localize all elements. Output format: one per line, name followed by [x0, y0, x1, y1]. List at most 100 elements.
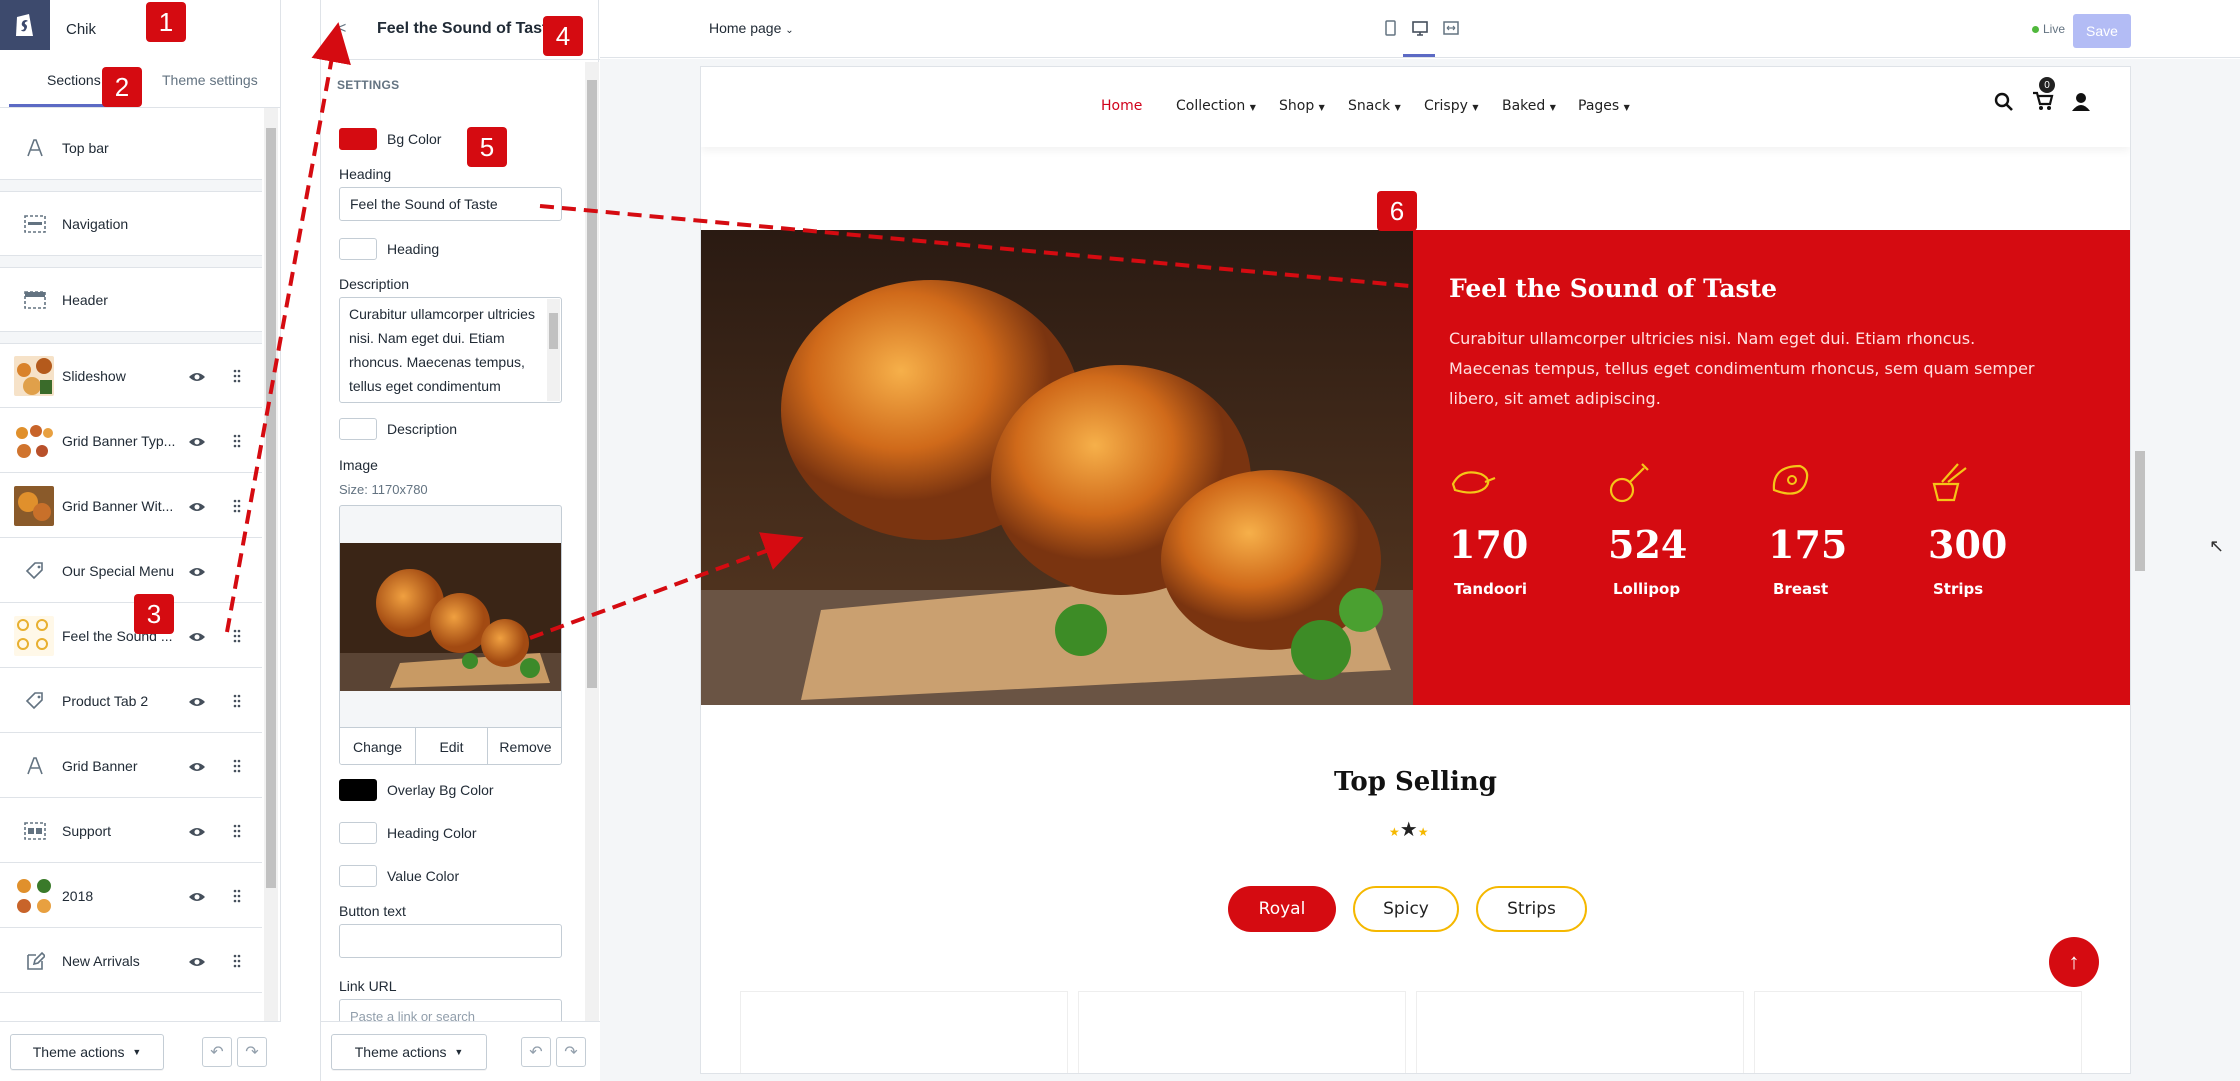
- nav-baked[interactable]: Baked ▼: [1502, 98, 1556, 114]
- nav-snack[interactable]: Snack ▼: [1348, 98, 1401, 114]
- sidebar-scrollbar-thumb[interactable]: [266, 128, 276, 888]
- eye-icon[interactable]: [188, 565, 206, 577]
- drag-handle-icon[interactable]: [233, 629, 241, 643]
- eye-icon[interactable]: [188, 695, 206, 707]
- section-item-support[interactable]: Support: [0, 799, 262, 863]
- desktop-view-icon[interactable]: [1411, 19, 1429, 37]
- heading-input[interactable]: Feel the Sound of Taste: [339, 187, 562, 221]
- drag-handle-icon[interactable]: [233, 824, 241, 838]
- bg-color-swatch[interactable]: [339, 128, 377, 150]
- panel-scrollbar-thumb[interactable]: [587, 80, 597, 688]
- theme-actions-button[interactable]: Theme actions ▼: [10, 1034, 164, 1070]
- value-color-swatch[interactable]: [339, 865, 377, 887]
- section-item[interactable]: Top bar: [0, 116, 262, 180]
- section-item[interactable]: Header: [0, 268, 262, 332]
- header-icon: [22, 287, 48, 313]
- user-account-icon[interactable]: [2071, 92, 2091, 117]
- section-label: Grid Banner Wit...: [62, 497, 174, 514]
- heading-color-2-swatch[interactable]: [339, 822, 377, 844]
- description-color-label: Description: [387, 421, 458, 437]
- heading-color-swatch[interactable]: [339, 238, 377, 260]
- change-image-button[interactable]: Change: [340, 727, 416, 764]
- nav-shop[interactable]: Shop ▼: [1279, 98, 1325, 114]
- section-label: Our Special Menu: [62, 562, 175, 579]
- drag-handle-icon[interactable]: [233, 759, 241, 773]
- callout-badge-3: 3: [134, 594, 174, 634]
- section-item-product-tab-2[interactable]: Product Tab 2: [0, 669, 262, 733]
- redo-button[interactable]: ↷: [556, 1037, 586, 1067]
- scroll-to-top-button[interactable]: ↑: [2049, 937, 2099, 987]
- page-selector[interactable]: Home page ⌄: [709, 20, 794, 36]
- redo-button[interactable]: ↷: [237, 1037, 267, 1067]
- eye-icon[interactable]: [188, 630, 206, 642]
- tab-strips[interactable]: Strips: [1476, 886, 1587, 932]
- callout-badge-4: 4: [543, 16, 583, 56]
- preview-scrollbar-thumb[interactable]: [2135, 451, 2145, 571]
- save-button[interactable]: Save: [2073, 14, 2131, 48]
- stat-value: 300: [1928, 522, 2008, 567]
- drag-handle-icon[interactable]: [233, 369, 241, 383]
- eye-icon[interactable]: [188, 955, 206, 967]
- product-card[interactable]: [1416, 991, 1744, 1073]
- drag-handle-icon[interactable]: [233, 694, 241, 708]
- nav-home[interactable]: Home: [1101, 98, 1142, 114]
- tab-theme-settings[interactable]: Theme settings: [162, 72, 258, 88]
- section-item-2018[interactable]: 2018: [0, 864, 262, 928]
- theme-actions-button[interactable]: Theme actions ▼: [331, 1034, 487, 1070]
- fullscreen-view-icon[interactable]: [1442, 19, 1460, 37]
- nav-label: Shop: [1279, 98, 1315, 114]
- tab-sections[interactable]: Sections: [47, 72, 101, 88]
- nav-pages[interactable]: Pages ▼: [1578, 98, 1630, 114]
- undo-button[interactable]: ↶: [521, 1037, 551, 1067]
- section-item-our-special-menu[interactable]: Our Special Menu: [0, 539, 262, 603]
- caret-down-icon: ▼: [1249, 103, 1256, 112]
- description-textarea[interactable]: Curabitur ullamcorper ultricies nisi. Na…: [339, 297, 562, 403]
- button-text-input[interactable]: [339, 924, 562, 958]
- section-item-grid-banner-type[interactable]: Grid Banner Typ...: [0, 409, 262, 473]
- drag-handle-icon[interactable]: [233, 889, 241, 903]
- section-item-feel-the-sound[interactable]: Feel the Sound ...: [0, 604, 262, 668]
- mobile-view-icon[interactable]: [1381, 19, 1399, 37]
- back-arrow-icon[interactable]: <: [337, 20, 346, 38]
- product-card[interactable]: [1078, 991, 1406, 1073]
- cart-icon[interactable]: [2032, 91, 2054, 116]
- description-color-swatch[interactable]: [339, 418, 377, 440]
- panel-title: Feel the Sound of Taste: [377, 20, 557, 37]
- undo-icon: ↶: [210, 1044, 224, 1061]
- section-item-grid-banner-with[interactable]: Grid Banner Wit...: [0, 474, 262, 538]
- drag-handle-icon[interactable]: [233, 499, 241, 513]
- search-icon[interactable]: [1994, 92, 2014, 117]
- overlay-bg-color-swatch[interactable]: [339, 779, 377, 801]
- eye-icon[interactable]: [188, 500, 206, 512]
- textarea-scrollbar[interactable]: [547, 299, 560, 401]
- product-card[interactable]: [1754, 991, 2082, 1073]
- section-item-slideshow[interactable]: Slideshow: [0, 344, 262, 408]
- nav-collection[interactable]: Collection ▼: [1176, 98, 1256, 114]
- eye-icon[interactable]: [188, 890, 206, 902]
- tab-royal[interactable]: Royal: [1228, 886, 1336, 932]
- banner-heading: Feel the Sound of Taste: [1449, 274, 1778, 303]
- eye-icon[interactable]: [188, 825, 206, 837]
- section-item-new-arrivals[interactable]: New Arrivals: [0, 929, 262, 993]
- tab-spicy[interactable]: Spicy: [1353, 886, 1459, 932]
- section-item-grid-banner[interactable]: Grid Banner: [0, 734, 262, 798]
- product-card[interactable]: [740, 991, 1068, 1073]
- stat-value: 170: [1449, 522, 1529, 567]
- nav-crispy[interactable]: Crispy ▼: [1424, 98, 1479, 114]
- eye-icon[interactable]: [188, 760, 206, 772]
- section-thumbnail: [14, 355, 54, 396]
- edit-image-button[interactable]: Edit: [416, 727, 488, 764]
- shopify-logo-icon[interactable]: [0, 0, 50, 50]
- drag-handle-icon[interactable]: [233, 434, 241, 448]
- undo-icon: ↶: [529, 1044, 543, 1061]
- undo-button[interactable]: ↶: [202, 1037, 232, 1067]
- remove-image-button[interactable]: Remove: [488, 727, 561, 764]
- eye-icon[interactable]: [188, 435, 206, 447]
- textarea-scrollbar-thumb[interactable]: [549, 313, 558, 349]
- section-divider: [0, 180, 262, 192]
- banner-description: Curabitur ullamcorper ultricies nisi. Na…: [1449, 329, 2035, 408]
- panel-footer: Theme actions ▼ ↶ ↷: [321, 1021, 600, 1081]
- drag-handle-icon[interactable]: [233, 954, 241, 968]
- section-item[interactable]: Navigation: [0, 192, 262, 256]
- eye-icon[interactable]: [188, 370, 206, 382]
